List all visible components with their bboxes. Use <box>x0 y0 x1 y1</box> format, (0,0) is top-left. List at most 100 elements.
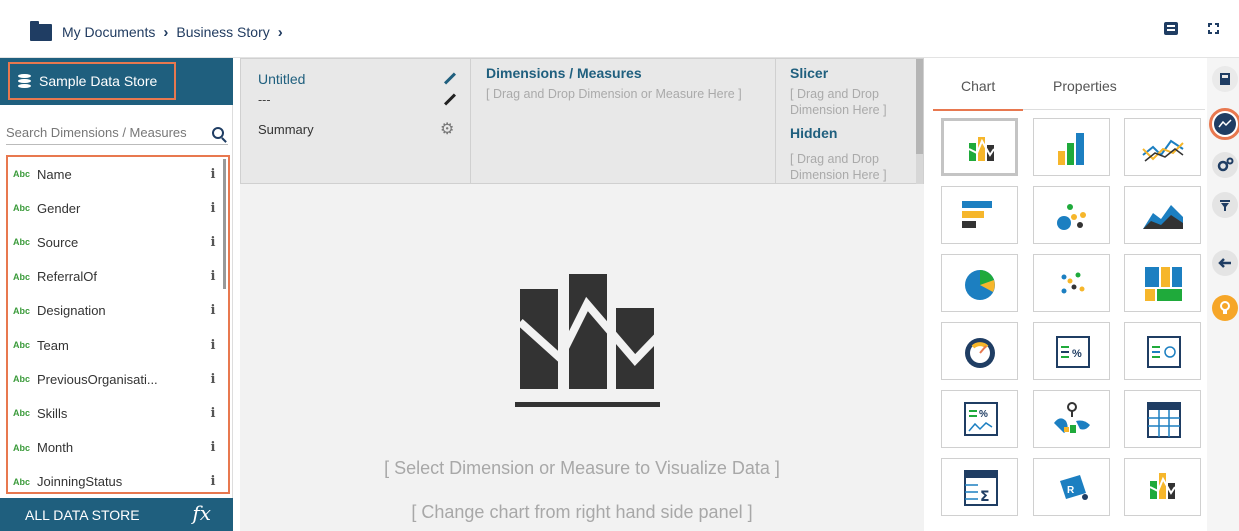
chart-type-r[interactable]: R <box>1033 458 1110 516</box>
chart-panel: Chart Properties % % Σ R <box>933 58 1205 531</box>
map-chart-icon <box>1054 402 1090 433</box>
slicer-dropzone[interactable]: [ Drag and Drop Dimension Here ] <box>790 86 908 118</box>
info-icon[interactable]: i <box>198 167 228 182</box>
default-chart-icon <box>968 137 995 161</box>
formula-icon[interactable]: fx <box>192 501 211 525</box>
edit-subtitle-icon[interactable] <box>443 93 457 106</box>
tab-chart[interactable]: Chart <box>961 78 995 94</box>
chart-type-column[interactable] <box>1033 118 1110 176</box>
breadcrumb-my-documents[interactable]: My Documents <box>62 24 155 40</box>
scatter-chart-icon <box>1061 272 1085 294</box>
breadcrumb-business-story[interactable]: Business Story <box>176 24 269 40</box>
chart-type-bar[interactable] <box>941 186 1018 244</box>
side-icon-bar <box>1207 58 1239 531</box>
data-store-selector[interactable]: Sample Data Store <box>8 62 176 100</box>
lightbulb-icon[interactable] <box>1212 295 1238 321</box>
placeholder-chart-icon <box>515 274 663 407</box>
field-item[interactable]: Abc Name i <box>8 157 228 191</box>
all-data-store-button[interactable]: ALL DATA STORE fx <box>0 498 233 531</box>
chevron-right-icon: › <box>163 23 169 41</box>
field-item[interactable]: Abc Team i <box>8 328 228 362</box>
chart-type-area[interactable] <box>1124 186 1201 244</box>
config-scrollbar[interactable] <box>916 59 923 185</box>
dimensions-measures-section: Dimensions / Measures [ Drag and Drop Di… <box>471 59 776 185</box>
info-icon[interactable]: i <box>198 303 228 318</box>
column-chart-icon <box>1058 133 1084 165</box>
edit-name-icon[interactable] <box>443 72 457 85</box>
info-icon[interactable]: i <box>198 474 228 489</box>
top-right-actions <box>1164 22 1219 35</box>
field-name: Month <box>37 440 74 456</box>
line-chart-icon <box>1142 139 1184 162</box>
save-icon[interactable] <box>1212 66 1238 92</box>
text-type-icon: Abc <box>13 169 31 180</box>
info-icon[interactable]: i <box>198 235 228 250</box>
dimensions-title: Dimensions / Measures <box>486 65 642 81</box>
field-item[interactable]: Abc ReferralOf i <box>8 260 228 294</box>
search-icon[interactable] <box>212 126 224 139</box>
chart-settings-icon[interactable] <box>1209 108 1239 140</box>
summary-label: Summary <box>258 122 314 137</box>
area-chart-icon <box>1143 205 1183 229</box>
chart-type-bubble[interactable] <box>1033 186 1110 244</box>
field-list: Abc Name i Abc Gender i Abc Source i Abc ReferralO… <box>6 155 230 494</box>
settings-gear-icon[interactable] <box>1212 152 1238 178</box>
chart-type-gauge[interactable] <box>941 322 1018 380</box>
field-item[interactable]: Abc JoinningStatus i <box>8 465 228 492</box>
text-type-icon: Abc <box>13 408 31 419</box>
pivot-table-icon: Σ <box>964 470 998 506</box>
hidden-dropzone[interactable]: [ Drag and Drop Dimension Here ] <box>790 151 908 183</box>
back-arrow-icon[interactable] <box>1212 250 1238 276</box>
chart-type-map[interactable] <box>1033 390 1110 448</box>
info-icon[interactable]: i <box>198 440 228 455</box>
info-icon[interactable]: i <box>198 406 228 421</box>
field-item[interactable]: Abc Designation i <box>8 294 228 328</box>
chart-type-default[interactable] <box>941 118 1018 176</box>
chart-type-treemap[interactable] <box>1124 254 1201 312</box>
kpi-trend-icon <box>1147 336 1181 368</box>
filter-icon[interactable] <box>1212 192 1238 218</box>
info-icon[interactable]: i <box>198 201 228 216</box>
slicer-title: Slicer <box>790 65 829 81</box>
field-item[interactable]: Abc Gender i <box>8 191 228 225</box>
panel-tabs: Chart Properties <box>933 58 1205 111</box>
tab-properties[interactable]: Properties <box>1053 78 1117 94</box>
field-name: Gender <box>37 200 81 216</box>
search-input[interactable] <box>6 125 201 140</box>
field-item[interactable]: Abc Skills i <box>8 396 228 430</box>
chart-type-progress-kpi[interactable]: % <box>941 390 1018 448</box>
info-icon[interactable]: i <box>198 338 228 353</box>
chart-type-scatter[interactable] <box>1033 254 1110 312</box>
expand-icon[interactable] <box>1208 23 1219 34</box>
chart-canvas[interactable]: [ Select Dimension or Measure to Visuali… <box>240 184 924 531</box>
text-type-icon: Abc <box>13 340 31 351</box>
chart-name[interactable]: Untitled <box>258 71 305 87</box>
slicer-section: Slicer [ Drag and Drop Dimension Here ] … <box>776 59 916 185</box>
chart-type-line[interactable] <box>1124 118 1201 176</box>
chart-type-kpi-percent[interactable]: % <box>1033 322 1110 380</box>
treemap-chart-icon <box>1145 267 1182 301</box>
field-item[interactable]: Abc PreviousOrganisati... i <box>8 362 228 396</box>
app-window: { "breadcrumb": { "items": ["My Document… <box>0 0 1239 531</box>
chart-type-table[interactable] <box>1124 390 1201 448</box>
canvas-message-change: [ Change chart from right hand side pane… <box>411 502 753 522</box>
data-store-header: Sample Data Store <box>0 58 233 105</box>
chart-type-pie[interactable] <box>941 254 1018 312</box>
search-box <box>6 121 228 145</box>
field-name: Team <box>37 337 69 353</box>
dimensions-dropzone[interactable]: [ Drag and Drop Dimension or Measure Her… <box>486 86 778 102</box>
bubble-chart-icon <box>1057 204 1086 230</box>
field-item[interactable]: Abc Month i <box>8 431 228 465</box>
info-icon[interactable]: i <box>198 372 228 387</box>
gauge-chart-icon <box>965 338 995 368</box>
chart-type-pivot-table[interactable]: Σ <box>941 458 1018 516</box>
gear-icon[interactable]: ⚙ <box>440 119 454 139</box>
chart-type-kpi-trend[interactable] <box>1124 322 1201 380</box>
info-icon[interactable]: i <box>198 269 228 284</box>
chart-type-default-2[interactable] <box>1124 458 1201 516</box>
comment-icon[interactable] <box>1164 22 1178 35</box>
svg-text:R: R <box>1067 485 1075 496</box>
text-type-icon: Abc <box>13 442 31 453</box>
name-section: Untitled --- Summary ⚙ <box>241 59 471 185</box>
field-item[interactable]: Abc Source i <box>8 225 228 259</box>
